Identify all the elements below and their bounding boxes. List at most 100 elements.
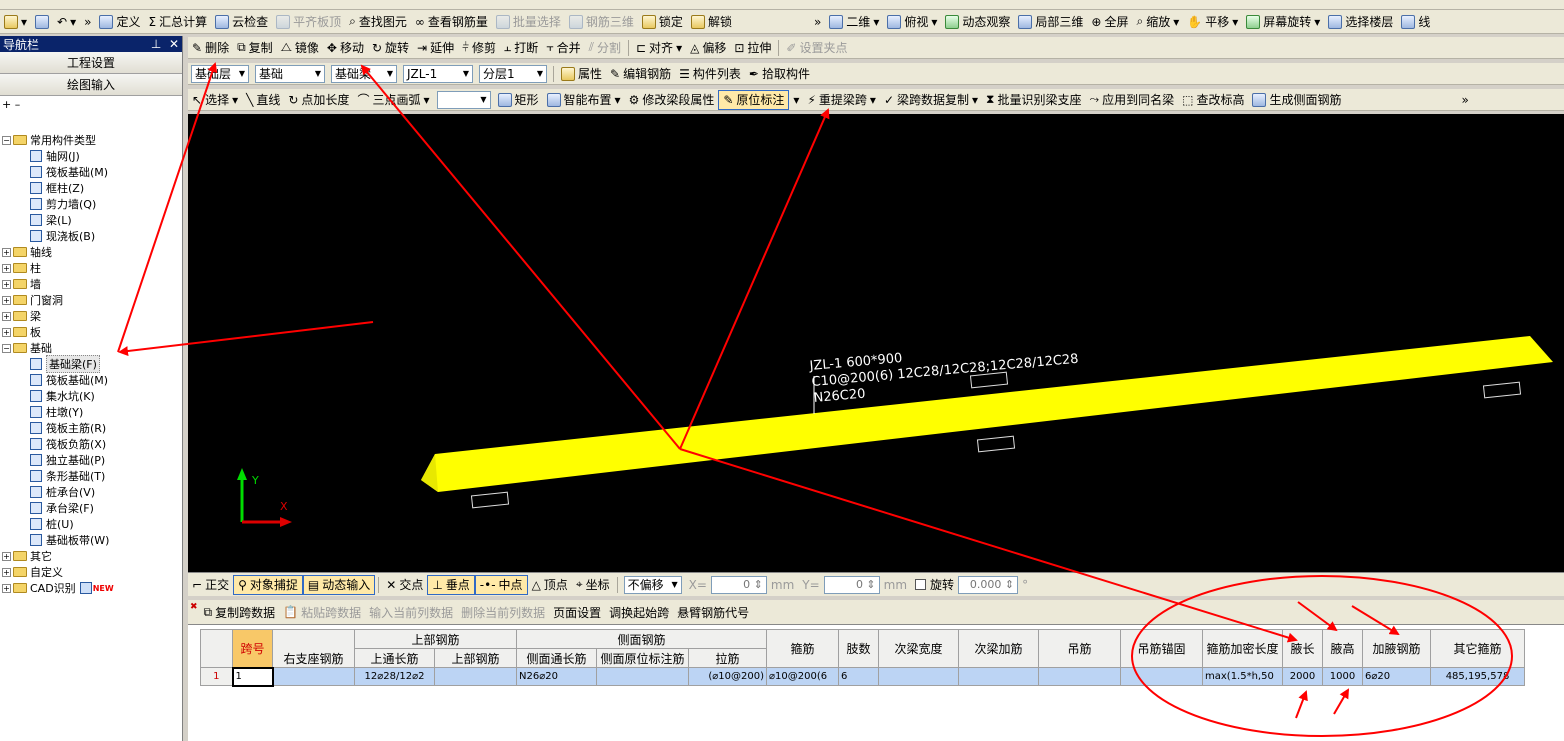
line-frame-button[interactable]: 线	[1397, 12, 1434, 32]
project-settings-button[interactable]: 工程设置	[0, 52, 182, 74]
open-button[interactable]: ▾	[0, 12, 31, 32]
page-setup-button[interactable]: 页面设置	[549, 602, 605, 622]
midpoint-toggle[interactable]: -•- 中点	[474, 574, 528, 595]
col-other-stirrup[interactable]: 其它箍筋	[1430, 629, 1525, 668]
merge-button[interactable]: ⫟ 合并	[542, 38, 584, 58]
col-top-part[interactable]: 上部钢筋	[434, 648, 517, 668]
cell-sub-beam-width[interactable]	[878, 667, 959, 686]
expand-icon[interactable]: +	[2, 279, 11, 289]
tree-leaf[interactable]: 柱墩(Y)	[0, 404, 183, 420]
swap-start-button[interactable]: 调换起始跨	[605, 602, 673, 622]
cell-top-part[interactable]	[434, 667, 517, 686]
vertex-toggle[interactable]: △ 顶点	[528, 575, 572, 595]
col-right-support[interactable]: 右支座钢筋	[272, 629, 355, 668]
expand-icon[interactable]: +	[2, 247, 11, 257]
cell-legs[interactable]: 6	[838, 667, 879, 686]
align-dropdown[interactable]: ⊏ 对齐 ▾	[632, 38, 686, 58]
define-button[interactable]: 定义	[95, 12, 144, 32]
side-rebar-button[interactable]: 生成侧面钢筋	[1248, 90, 1345, 110]
col-side-through[interactable]: 侧面通长筋	[516, 648, 597, 668]
component-type-select[interactable]: 基础梁 ▼	[331, 64, 397, 83]
col-stirrup[interactable]: 箍筋	[766, 629, 839, 668]
tree-leaf[interactable]: 条形基础(T)	[0, 468, 183, 484]
drawing-canvas[interactable]: JZL-1 600*900 C10@200(6) 12C28/12C28;12C…	[188, 114, 1564, 572]
tree-folder[interactable]: + 板	[0, 324, 183, 340]
delete-col-button[interactable]: 删除当前列数据	[457, 602, 549, 622]
cell-haunch-len[interactable]: 2000	[1282, 667, 1323, 686]
col-tie[interactable]: 拉筋	[688, 648, 767, 668]
inplace-label-dropdown[interactable]: ▾	[789, 90, 803, 110]
grip-rect[interactable]	[976, 435, 1016, 453]
cell-top-through[interactable]: 12⌀28/12⌀2	[354, 667, 435, 686]
floor-select[interactable]: 基础层 ▼	[191, 64, 249, 83]
find-element-button[interactable]: ⌕ 查找图元	[345, 12, 411, 32]
tree-leaf[interactable]: 筏板主筋(R)	[0, 420, 183, 436]
tree-folder[interactable]: + 其它	[0, 548, 183, 564]
tree-leaf[interactable]: 筏板基础(M)	[0, 372, 183, 388]
reextract-span-dropdown[interactable]: ⚡ 重提梁跨 ▾	[803, 90, 879, 110]
col-sub-beam-width[interactable]: 次梁宽度	[878, 629, 959, 668]
collapse-icon[interactable]: −	[2, 135, 11, 145]
rotate-input[interactable]: 0.000 ⇕	[958, 575, 1019, 594]
cell-hanger[interactable]	[1038, 667, 1121, 686]
panel-close-icon[interactable]: ✖	[190, 602, 198, 612]
tree-folder[interactable]: + 梁	[0, 308, 183, 324]
tree-folder[interactable]: + 自定义	[0, 564, 183, 580]
cell-haunch-height[interactable]: 1000	[1322, 667, 1363, 686]
col-hanger-anchor[interactable]: 吊筋锚固	[1120, 629, 1203, 668]
copy-span-data-dropdown[interactable]: ✓ 梁跨数据复制 ▾	[880, 90, 982, 110]
input-col-button[interactable]: 输入当前列数据	[365, 602, 457, 622]
y-input[interactable]: 0 ⇕	[823, 575, 880, 594]
col-haunch-height[interactable]: 腋高	[1322, 629, 1363, 668]
table-row[interactable]: 1 1 12⌀28/12⌀2 N26⌀20 (⌀10@200) ⌀10@200(…	[200, 666, 1525, 687]
cantilever-code-button[interactable]: 悬臂钢筋代号	[673, 602, 753, 622]
tree-leaf[interactable]: 轴网(J)	[0, 148, 183, 164]
batch-select-button[interactable]: 批量选择	[492, 12, 565, 32]
cell-span-no[interactable]: 1	[231, 666, 274, 687]
copy-span-button[interactable]: ⧉ 复制跨数据	[200, 602, 280, 622]
three-point-arc-dropdown[interactable]: ⌒ 三点画弧 ▾	[353, 90, 433, 110]
paste-span-button[interactable]: 📋 粘贴跨数据	[279, 602, 365, 622]
tree-leaf[interactable]: 桩(U)	[0, 516, 183, 532]
select-floor-button[interactable]: 选择楼层	[1324, 12, 1397, 32]
point-length-button[interactable]: ↻ 点加长度	[284, 90, 353, 110]
tree-leaf[interactable]: 筏板基础(M)	[0, 164, 183, 180]
save-button[interactable]	[31, 12, 53, 32]
stretch-button[interactable]: ⊡ 拉伸	[730, 38, 775, 58]
tree-leaf[interactable]: 框柱(Z)	[0, 180, 183, 196]
offset-button[interactable]: ◬ 偏移	[686, 38, 730, 58]
collapse-minus-icon[interactable]: –	[15, 98, 21, 111]
apply-same-button[interactable]: ⤳ 应用到同名梁	[1086, 90, 1179, 110]
tree-leaf[interactable]: 基础梁(F)	[0, 355, 183, 373]
check-elev-button[interactable]: ⬚ 查改标高	[1178, 90, 1248, 110]
cell-stirrup-dense-len[interactable]: max(1.5*h,50	[1202, 667, 1283, 686]
break-button[interactable]: ⫠ 打断	[500, 38, 542, 58]
tree-leaf[interactable]: 承台梁(F)	[0, 500, 183, 516]
extend-button[interactable]: ⇥ 延伸	[413, 38, 458, 58]
dynamic-input-toggle[interactable]: ▤ 动态输入	[302, 574, 376, 595]
delete-button[interactable]: ✎ 删除	[188, 38, 233, 58]
col-hanger[interactable]: 吊筋	[1038, 629, 1121, 668]
view-rebar-button[interactable]: ∞ 查看钢筋量	[411, 12, 492, 32]
unlock-button[interactable]: 解锁	[687, 12, 736, 32]
ortho-toggle[interactable]: ⌐ 正交	[188, 575, 233, 595]
cell-right-support[interactable]	[272, 667, 355, 686]
move-button[interactable]: ✥ 移动	[323, 38, 368, 58]
grip-rect[interactable]	[470, 491, 510, 509]
split-button[interactable]: ⫽ 分割	[585, 38, 625, 58]
col-span-no[interactable]: 跨号	[232, 629, 273, 668]
tree-folder[interactable]: − 基础	[0, 340, 183, 356]
edit-rebar-button[interactable]: ✎ 编辑钢筋	[606, 64, 675, 84]
tree-leaf[interactable]: 集水坑(K)	[0, 388, 183, 404]
screen-rotate-dropdown[interactable]: 屏幕旋转 ▾	[1242, 12, 1324, 32]
arc-mode-select[interactable]: ▼	[436, 90, 491, 109]
col-haunch-rebar[interactable]: 加腋钢筋	[1362, 629, 1431, 668]
tree-leaf[interactable]: 筏板负筋(X)	[0, 436, 183, 452]
pan-dropdown[interactable]: ✋ 平移 ▾	[1183, 12, 1242, 32]
expand-icon[interactable]: +	[2, 263, 11, 273]
expand-icon[interactable]: +	[2, 551, 11, 561]
tree-folder[interactable]: + CAD识别 NEW	[0, 580, 183, 596]
more-chevron-2[interactable]: »	[810, 12, 825, 32]
summary-button[interactable]: Σ 汇总计算	[144, 12, 211, 32]
tree-leaf[interactable]: 剪力墙(Q)	[0, 196, 183, 212]
